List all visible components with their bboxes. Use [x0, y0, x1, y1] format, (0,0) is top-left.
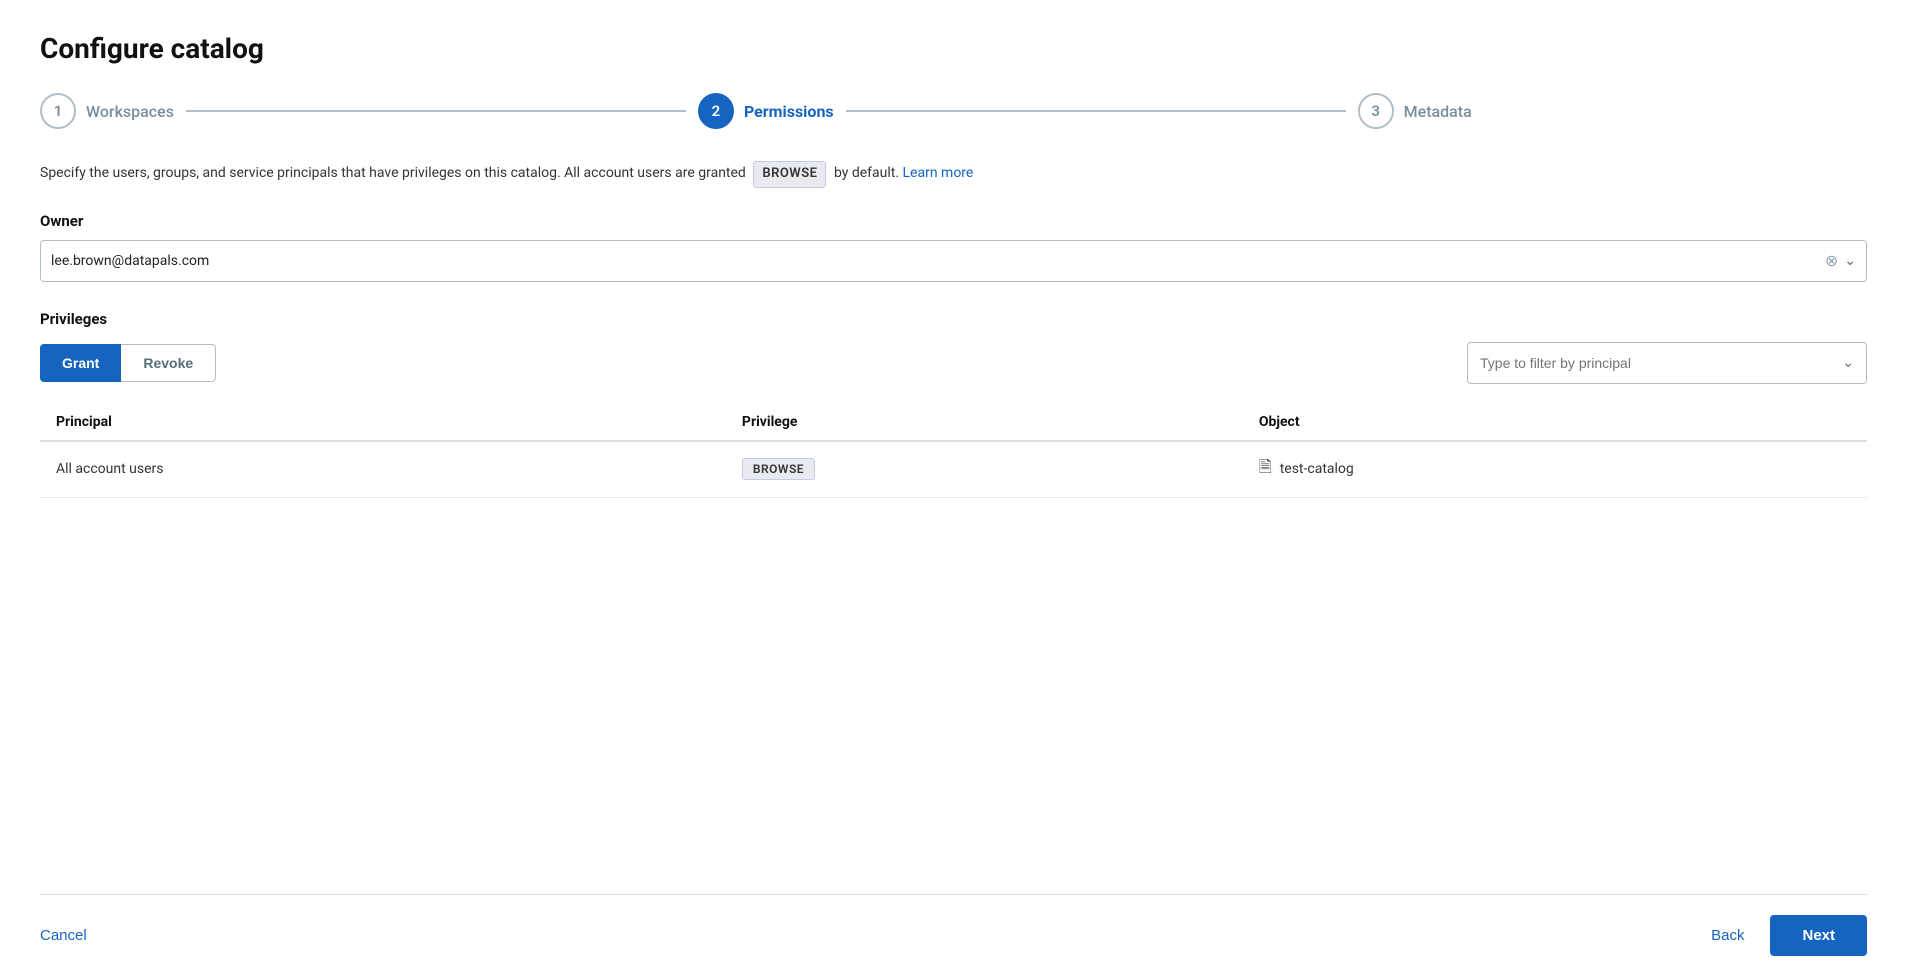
page-container: Configure catalog 1 Workspaces 2 Permiss… — [0, 0, 1907, 976]
col-principal: Principal — [40, 404, 726, 441]
step-1: 1 Workspaces — [40, 93, 174, 129]
footer-spacer: Cancel Back Next — [40, 522, 1867, 976]
revoke-button[interactable]: Revoke — [121, 344, 216, 382]
grant-button[interactable]: Grant — [40, 344, 121, 382]
privileges-table: Principal Privilege Object All account u… — [40, 404, 1867, 498]
clear-icon[interactable]: ⊗ — [1825, 251, 1838, 270]
object-cell: 🗎 test-catalog — [1259, 456, 1851, 483]
step-1-circle: 1 — [40, 93, 76, 129]
stepper: 1 Workspaces 2 Permissions 3 Metadata — [40, 93, 1867, 129]
col-object: Object — [1243, 404, 1867, 441]
cell-privilege: BROWSE — [726, 441, 1243, 498]
step-3-label: Metadata — [1404, 102, 1472, 121]
footer-right: Back Next — [1697, 915, 1867, 956]
cell-object: 🗎 test-catalog — [1243, 441, 1867, 498]
catalog-icon: 🗎 — [1259, 456, 1272, 483]
table-row: All account users BROWSE 🗎 test-catalog — [40, 441, 1867, 498]
step-line-2 — [846, 110, 1346, 112]
filter-input[interactable] — [1480, 355, 1842, 371]
filter-chevron-icon: ⌄ — [1842, 355, 1854, 371]
owner-select[interactable]: lee.brown@datapals.com ⊗ ⌄ — [40, 240, 1867, 282]
next-button[interactable]: Next — [1770, 915, 1867, 956]
filter-container: ⌄ — [1467, 342, 1867, 384]
table-header-row: Principal Privilege Object — [40, 404, 1867, 441]
privileges-label: Privileges — [40, 310, 1867, 328]
privileges-controls: Grant Revoke ⌄ — [40, 342, 1867, 384]
step-3-circle: 3 — [1358, 93, 1394, 129]
owner-label: Owner — [40, 212, 1867, 230]
step-3: 3 Metadata — [1358, 93, 1472, 129]
footer: Cancel Back Next — [40, 894, 1867, 976]
chevron-down-icon[interactable]: ⌄ — [1844, 253, 1856, 269]
col-privilege: Privilege — [726, 404, 1243, 441]
description-text: Specify the users, groups, and service p… — [40, 161, 1867, 188]
browse-badge: BROWSE — [753, 161, 826, 188]
privilege-btn-group: Grant Revoke — [40, 344, 216, 382]
privilege-badge: BROWSE — [742, 458, 815, 480]
cell-principal: All account users — [40, 441, 726, 498]
owner-value: lee.brown@datapals.com — [51, 253, 1825, 269]
back-button[interactable]: Back — [1697, 917, 1758, 954]
step-line-1 — [186, 110, 686, 112]
step-2-label: Permissions — [744, 102, 834, 121]
page-title: Configure catalog — [40, 32, 1867, 65]
step-2: 2 Permissions — [698, 93, 834, 129]
learn-more-link[interactable]: Learn more — [903, 165, 974, 181]
cancel-button[interactable]: Cancel — [40, 917, 87, 954]
step-1-label: Workspaces — [86, 102, 174, 121]
step-2-circle: 2 — [698, 93, 734, 129]
object-name: test-catalog — [1280, 461, 1354, 477]
